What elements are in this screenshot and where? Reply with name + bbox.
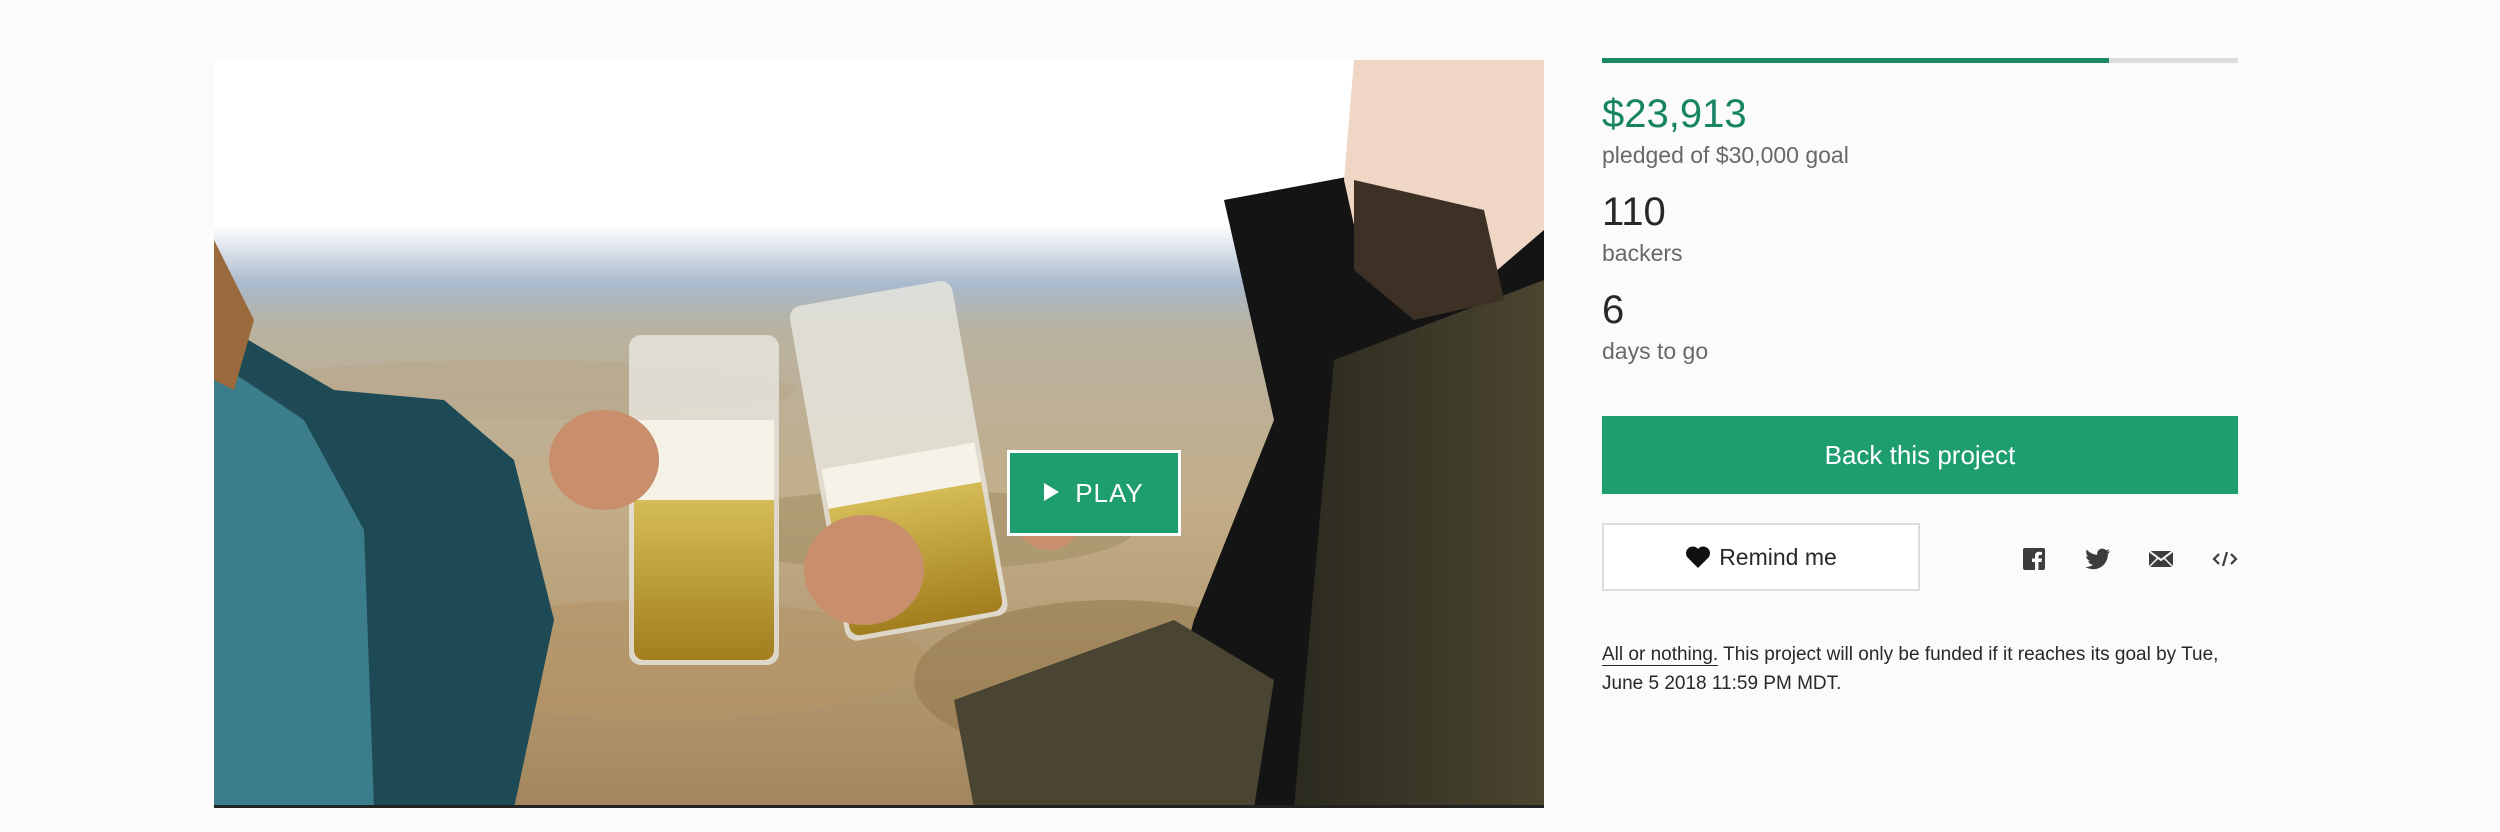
video-thumbnail bbox=[214, 60, 1544, 808]
heart-icon bbox=[1686, 546, 1711, 568]
pledged-amount: $23,913 bbox=[1602, 92, 1747, 136]
funding-progress-fill bbox=[1602, 58, 2109, 63]
backers-count: 110 bbox=[1602, 190, 1666, 234]
embed-icon[interactable] bbox=[2212, 546, 2238, 572]
remind-me-label: Remind me bbox=[1719, 543, 1837, 570]
play-button[interactable]: PLAY bbox=[1007, 450, 1181, 536]
pledged-goal-text: pledged of $30,000 goal bbox=[1602, 142, 1849, 168]
email-icon[interactable] bbox=[2148, 546, 2174, 572]
backers-label: backers bbox=[1602, 240, 1683, 266]
funding-terms: All or nothing. This project will only b… bbox=[1602, 640, 2252, 698]
all-or-nothing-link[interactable]: All or nothing. bbox=[1602, 644, 1719, 666]
project-video[interactable]: PLAY bbox=[214, 60, 1544, 808]
days-label: days to go bbox=[1602, 338, 1709, 364]
play-label: PLAY bbox=[1075, 477, 1144, 508]
twitter-icon[interactable] bbox=[2085, 546, 2111, 572]
play-triangle-icon bbox=[1044, 483, 1060, 501]
remind-me-button[interactable]: Remind me bbox=[1602, 523, 1920, 591]
facebook-icon[interactable] bbox=[2021, 546, 2047, 572]
funding-progress-bar bbox=[1602, 58, 2238, 63]
days-count: 6 bbox=[1602, 288, 1625, 332]
back-project-button[interactable]: Back this project bbox=[1602, 416, 2238, 494]
